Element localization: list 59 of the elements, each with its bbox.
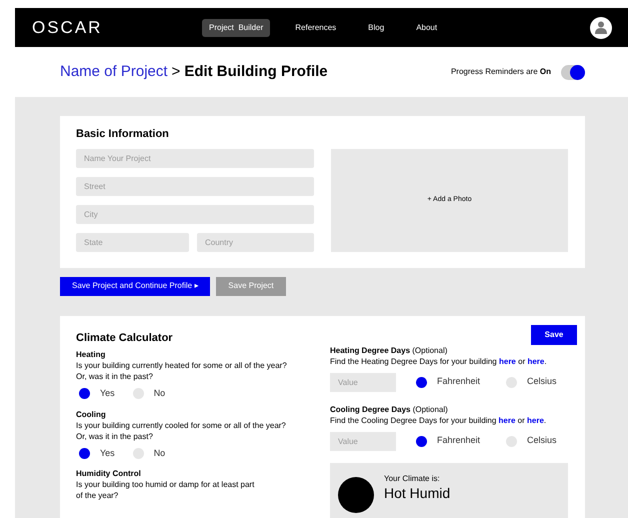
question-title: Heating [76,349,106,360]
text-field[interactable]: State [76,232,189,252]
section-title: Climate Calculator [76,330,174,346]
radio-button[interactable] [79,388,90,400]
reminder-toggle[interactable] [561,64,585,80]
project-link[interactable]: Name of Project [60,60,168,84]
avatar[interactable] [590,16,612,38]
value-field[interactable]: Value [330,432,396,450]
radio-button[interactable] [506,436,518,446]
text-field[interactable]: City [76,204,314,224]
radio-label: No [154,387,166,400]
logo: OSCAR [32,16,104,39]
radio-label: No [154,446,166,460]
reminder-label: Progress Reminders are On [450,66,551,78]
breadcrumb-separator: > [172,62,180,82]
climate-label: Your Climate is: [384,472,441,484]
text-field[interactable]: Street [76,176,314,196]
climate-value: Hot Humid [384,484,450,500]
question-text: Or, was it in the past? [76,371,154,382]
question-text: Or, was it in the past? [76,430,154,442]
here-link[interactable]: here [498,356,516,366]
radio-label: Celsius [527,375,557,388]
value-field[interactable]: Value [330,372,396,392]
degree-days-title: Cooling Degree Days (Optional) [330,404,449,414]
radio-button[interactable] [506,376,518,388]
question-title: Humidity Control [76,468,142,479]
degree-days-text: Find the Heating Degree Days for your building here or here. [330,356,548,366]
question-text: Is your building currently cooled for some or all of the year? [76,420,287,430]
nav-link[interactable]: Blog [361,18,392,36]
person-icon [595,21,607,34]
question-text: Is your building too humid or damp for at least part [76,479,256,490]
nav-link[interactable]: Project Builder [202,18,270,36]
save-button[interactable]: Save [531,324,577,344]
radio-label: Yes [100,387,115,400]
degree-days-title: Heating Degree Days (Optional) [330,344,448,356]
radio-label: Fahrenheit [437,434,480,448]
radio-label: Yes [100,446,115,460]
question-text: Is your building currently heated for some or all of the year? [76,360,288,371]
radio-button[interactable] [132,388,144,400]
radio-button[interactable] [416,436,427,446]
section-title: Basic Information [76,127,170,142]
here-link[interactable]: here [527,356,544,366]
text-field[interactable]: Name Your Project [76,148,314,168]
climate-icon [338,476,374,512]
radio-label: Celsius [527,434,557,448]
save-continue-button[interactable]: Save Project and Continue Profile ▸ [60,276,210,296]
degree-days-text: Find the Cooling Degree Days for your building here or here. [330,414,548,426]
here-link[interactable]: here [498,416,516,424]
radio-button[interactable] [132,448,144,459]
question-text: of the year? [76,490,120,501]
page-title: Edit Building Profile [184,62,328,82]
radio-button[interactable] [79,448,90,459]
nav-link[interactable]: References [288,18,344,36]
nav-link[interactable]: About [409,18,444,36]
text-field[interactable]: Country [197,232,314,252]
question-title: Cooling [76,408,107,420]
here-link[interactable]: here [527,416,544,424]
radio-label: Fahrenheit [437,375,480,388]
radio-button[interactable] [416,376,427,388]
